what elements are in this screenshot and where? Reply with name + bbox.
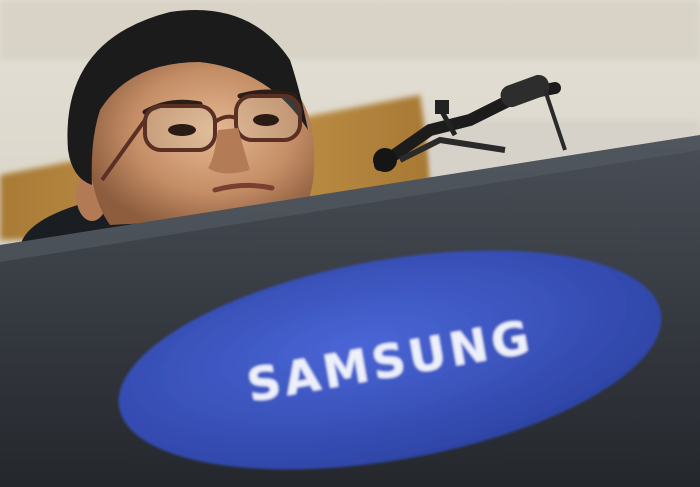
eye-left — [168, 124, 196, 136]
press-conference-photo: SAMSUNG — [0, 0, 700, 487]
eye-right — [253, 114, 279, 126]
photo-canvas: SAMSUNG — [0, 0, 700, 487]
